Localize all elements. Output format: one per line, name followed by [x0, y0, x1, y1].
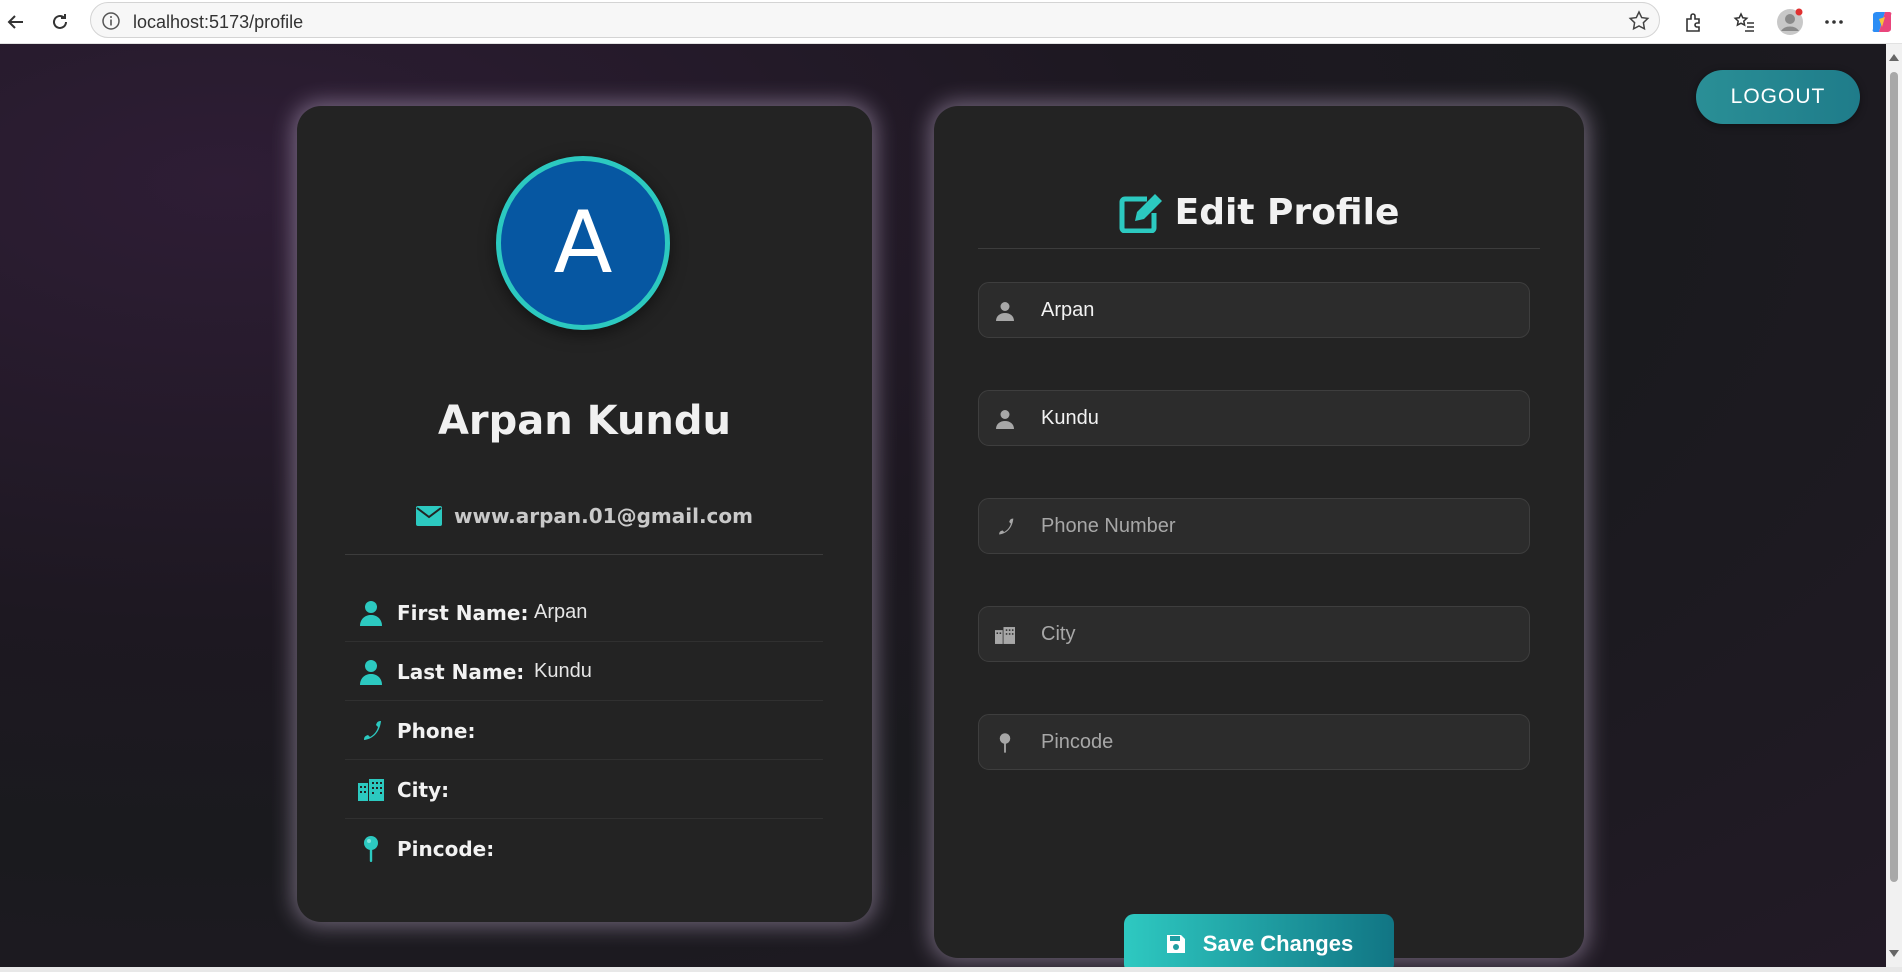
vertical-scrollbar[interactable] [1886, 44, 1902, 967]
floppy-disk-icon [1166, 935, 1185, 953]
envelope-icon [416, 506, 442, 526]
detail-row-city: City: [345, 761, 823, 819]
scroll-up-arrow-icon[interactable] [1889, 54, 1899, 61]
phone-input[interactable] [1041, 499, 1511, 553]
city-icon [358, 778, 384, 801]
first-name-field[interactable] [978, 282, 1530, 338]
logout-button[interactable]: LOGOUT [1696, 70, 1860, 124]
phone-icon [999, 518, 1014, 535]
detail-value: Arpan [534, 601, 588, 623]
profile-card: A Arpan Kundu www.arpan.01@gmail.com Fir… [297, 106, 872, 922]
back-arrow-icon [7, 15, 23, 29]
city-field[interactable] [978, 606, 1530, 662]
edit-profile-heading: Edit Profile [934, 192, 1584, 233]
more-dots-icon [1825, 20, 1843, 24]
pincode-input[interactable] [1041, 715, 1511, 769]
detail-label: City: [397, 777, 450, 802]
profile-name: Arpan Kundu [437, 398, 732, 444]
detail-row-first-name: First Name: Arpan [345, 584, 823, 642]
copilot-icon [1872, 12, 1892, 32]
browser-toolbar: localhost:5173/profile [0, 0, 1902, 44]
scroll-down-arrow-icon[interactable] [1889, 950, 1899, 957]
detail-row-phone: Phone: [345, 702, 823, 760]
scroll-thumb[interactable] [1890, 72, 1898, 882]
user-icon [360, 600, 382, 626]
edit-profile-title: Edit Profile [1174, 192, 1400, 233]
edit-profile-card: Edit Profile Save Changes [934, 106, 1584, 967]
email-text: www.arpan.01@gmail.com [454, 504, 753, 528]
phone-icon [364, 720, 381, 740]
detail-label: Pincode: [397, 837, 495, 861]
back-button[interactable] [0, 6, 32, 38]
avatar-icon [1777, 8, 1803, 35]
detail-row-last-name: Last Name: Kundu [345, 643, 823, 701]
avatar: A [496, 156, 670, 330]
map-pin-icon [364, 836, 378, 862]
page-background: LOGOUT A Arpan Kundu www.arpan.01@gmail.… [0, 44, 1886, 967]
detail-label: First Name: [397, 600, 529, 625]
last-name-field[interactable] [978, 390, 1530, 446]
user-icon [996, 302, 1014, 321]
phone-field[interactable] [978, 498, 1530, 554]
edit-divider [978, 248, 1540, 249]
bottom-strip [0, 967, 1902, 972]
city-input[interactable] [1041, 607, 1511, 661]
copilot-button[interactable] [1866, 6, 1898, 38]
reload-icon [53, 14, 67, 29]
user-icon [360, 659, 382, 685]
site-info-icon[interactable] [101, 11, 121, 31]
url-text[interactable]: localhost:5173/profile [133, 12, 303, 33]
profile-divider [345, 554, 823, 555]
favorites-button[interactable] [1728, 6, 1760, 38]
email-row: www.arpan.01@gmail.com [297, 504, 872, 528]
favorite-star-icon[interactable] [1627, 9, 1651, 33]
city-icon [995, 626, 1015, 644]
profile-button[interactable] [1774, 6, 1806, 38]
address-bar[interactable]: localhost:5173/profile [90, 2, 1660, 38]
avatar-letter: A [553, 193, 613, 293]
puzzle-icon [1686, 13, 1700, 32]
detail-label: Last Name: [397, 659, 525, 684]
save-changes-label: Save Changes [1202, 931, 1354, 956]
save-changes-button[interactable]: Save Changes [1124, 914, 1394, 967]
user-icon [996, 410, 1014, 429]
extensions-button[interactable] [1678, 6, 1710, 38]
last-name-input[interactable] [1041, 391, 1511, 445]
favorites-list-icon [1733, 12, 1754, 32]
detail-label: Phone: [397, 718, 476, 743]
pincode-field[interactable] [978, 714, 1530, 770]
detail-row-pincode: Pincode: [345, 820, 823, 878]
first-name-input[interactable] [1041, 283, 1511, 337]
edit-icon [1119, 193, 1162, 233]
map-pin-icon [999, 733, 1011, 753]
detail-value: Kundu [534, 660, 592, 682]
reload-button[interactable] [44, 6, 76, 38]
more-menu-button[interactable] [1818, 6, 1850, 38]
